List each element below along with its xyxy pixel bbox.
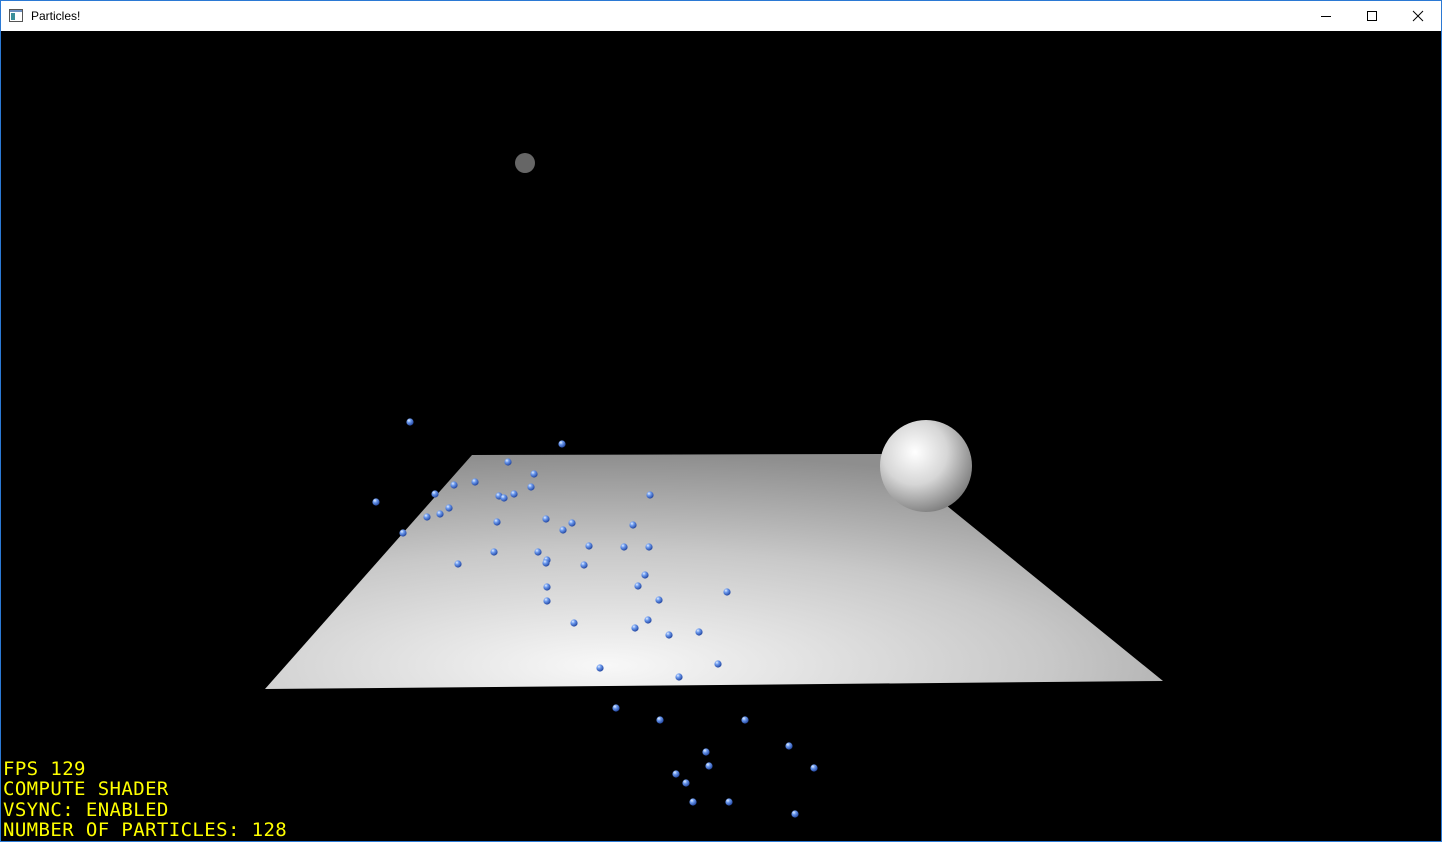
- maximize-icon: [1367, 11, 1377, 21]
- particle: [580, 561, 588, 569]
- particle: [527, 483, 535, 491]
- particle: [471, 478, 479, 486]
- particle: [785, 742, 793, 750]
- vsync-status: VSYNC: ENABLED: [3, 798, 169, 821]
- collision-sphere: [880, 420, 972, 512]
- app-window: Particles! FPS 129 COMPUTE SHADER VSYNC:…: [0, 0, 1442, 842]
- ground-plane: [265, 454, 1163, 689]
- particle: [450, 481, 458, 489]
- particle: [568, 519, 576, 527]
- particle: [705, 762, 713, 770]
- minimize-icon: [1321, 16, 1331, 17]
- particle: [510, 490, 518, 498]
- particle: [493, 518, 501, 526]
- particle: [612, 704, 620, 712]
- particle: [791, 810, 799, 818]
- particle: [585, 542, 593, 550]
- particle: [504, 458, 512, 466]
- particle: [445, 504, 453, 512]
- particle: [695, 628, 703, 636]
- light-source: [515, 153, 535, 173]
- close-button[interactable]: [1395, 1, 1441, 31]
- particle: [702, 748, 710, 756]
- particle: [542, 559, 550, 567]
- particle: [641, 571, 649, 579]
- particle: [534, 548, 542, 556]
- particle: [725, 798, 733, 806]
- particle: [406, 418, 414, 426]
- particle: [454, 560, 462, 568]
- particle: [431, 490, 439, 498]
- particle: [655, 596, 663, 604]
- particle: [675, 673, 683, 681]
- window-title: Particles!: [31, 9, 81, 23]
- particle: [646, 491, 654, 499]
- particle: [543, 583, 551, 591]
- particle-count: NUMBER OF PARTICLES: 128: [3, 818, 288, 841]
- particle: [634, 582, 642, 590]
- particle: [672, 770, 680, 778]
- particle: [810, 764, 818, 772]
- title-bar[interactable]: Particles!: [1, 1, 1441, 31]
- render-viewport[interactable]: FPS 129 COMPUTE SHADER VSYNC: ENABLED NUMBE…: [1, 31, 1441, 841]
- particle: [631, 624, 639, 632]
- render-mode: COMPUTE SHADER: [3, 778, 169, 801]
- particle: [689, 798, 697, 806]
- hud-overlay: FPS 129 COMPUTE SHADER VSYNC: ENABLED NUMBE…: [3, 759, 287, 840]
- particle: [423, 513, 431, 521]
- particle: [543, 597, 551, 605]
- particle: [570, 619, 578, 627]
- particle: [656, 716, 664, 724]
- particle: [644, 616, 652, 624]
- particle: [559, 526, 567, 534]
- fps-counter: FPS 129: [3, 758, 86, 780]
- particle: [682, 779, 690, 787]
- particle: [490, 548, 498, 556]
- particle: [620, 543, 628, 551]
- particle: [645, 543, 653, 551]
- app-window-icon: [9, 9, 23, 22]
- particle: [665, 631, 673, 639]
- particle: [723, 588, 731, 596]
- particle: [436, 510, 444, 518]
- particle: [596, 664, 604, 672]
- particle: [500, 494, 508, 502]
- particle: [530, 470, 538, 478]
- particle: [629, 521, 637, 529]
- particle: [714, 660, 722, 668]
- particle: [558, 440, 566, 448]
- minimize-button[interactable]: [1303, 1, 1349, 31]
- particle: [741, 716, 749, 724]
- maximize-button[interactable]: [1349, 1, 1395, 31]
- close-icon: [1412, 10, 1424, 22]
- particle: [399, 529, 407, 537]
- particle-scene: [265, 153, 1163, 818]
- particle: [542, 515, 550, 523]
- particle: [372, 498, 380, 506]
